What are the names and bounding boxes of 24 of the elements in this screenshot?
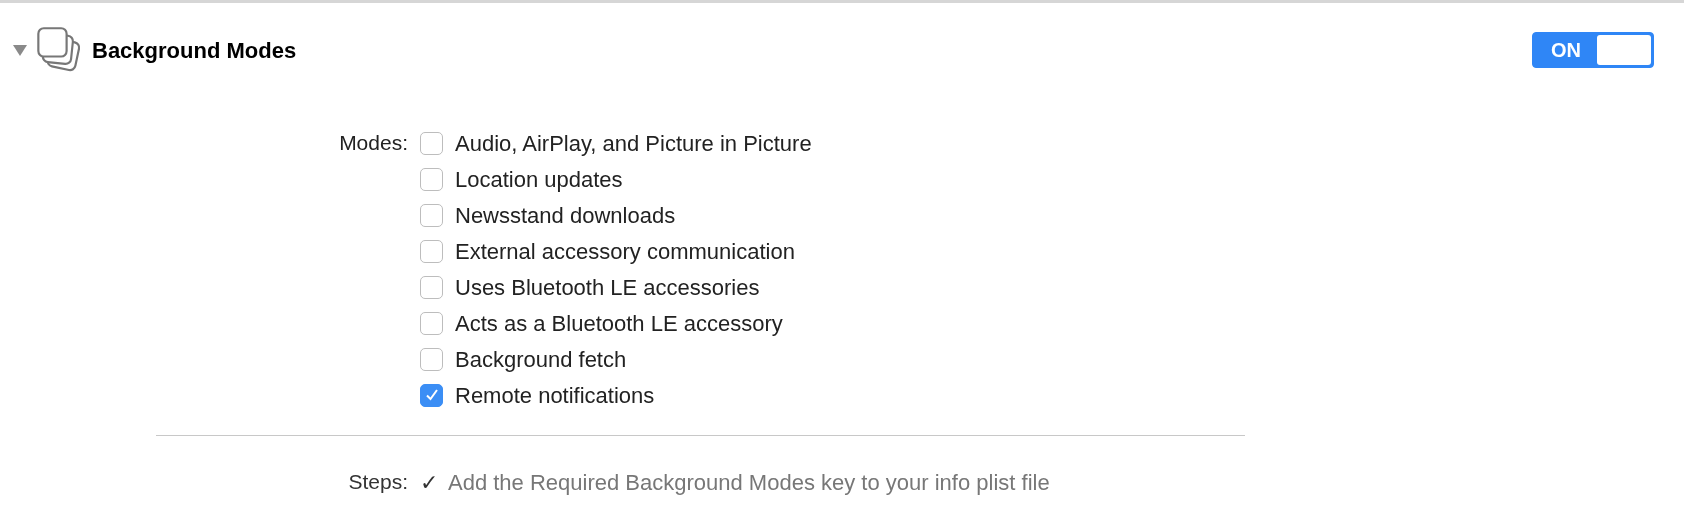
mode-label: Background fetch (455, 345, 627, 374)
checkbox[interactable] (420, 131, 443, 155)
checkbox[interactable] (420, 167, 443, 191)
mode-label: Newsstand downloads (455, 201, 676, 230)
checkbox[interactable] (420, 275, 443, 299)
checkbox[interactable] (420, 203, 443, 227)
disclosure-triangle-icon[interactable] (12, 43, 28, 57)
toggle-switch[interactable]: ON (1532, 32, 1654, 68)
checkmark-icon (424, 388, 439, 402)
mode-label: Location updates (455, 165, 623, 194)
mode-label: Uses Bluetooth LE accessories (455, 273, 760, 302)
checkbox[interactable] (420, 239, 443, 263)
step-text: Add the Required Background Modes key to your info plist file (448, 469, 1050, 497)
steps-label: Steps: (347, 469, 409, 495)
section-title: Background Modes (92, 36, 297, 65)
mode-label: Audio, AirPlay, and Picture in Picture (455, 129, 812, 158)
mode-label: Acts as a Bluetooth LE accessory (455, 309, 783, 338)
mode-label: External accessory communication (455, 237, 795, 266)
checkbox[interactable] (420, 383, 443, 407)
modes-label: Modes: (338, 130, 409, 156)
checkbox[interactable] (420, 347, 443, 371)
step-check: ✓ (420, 469, 438, 497)
mode-label: Remote notifications (455, 381, 655, 410)
checkbox[interactable] (420, 311, 443, 335)
